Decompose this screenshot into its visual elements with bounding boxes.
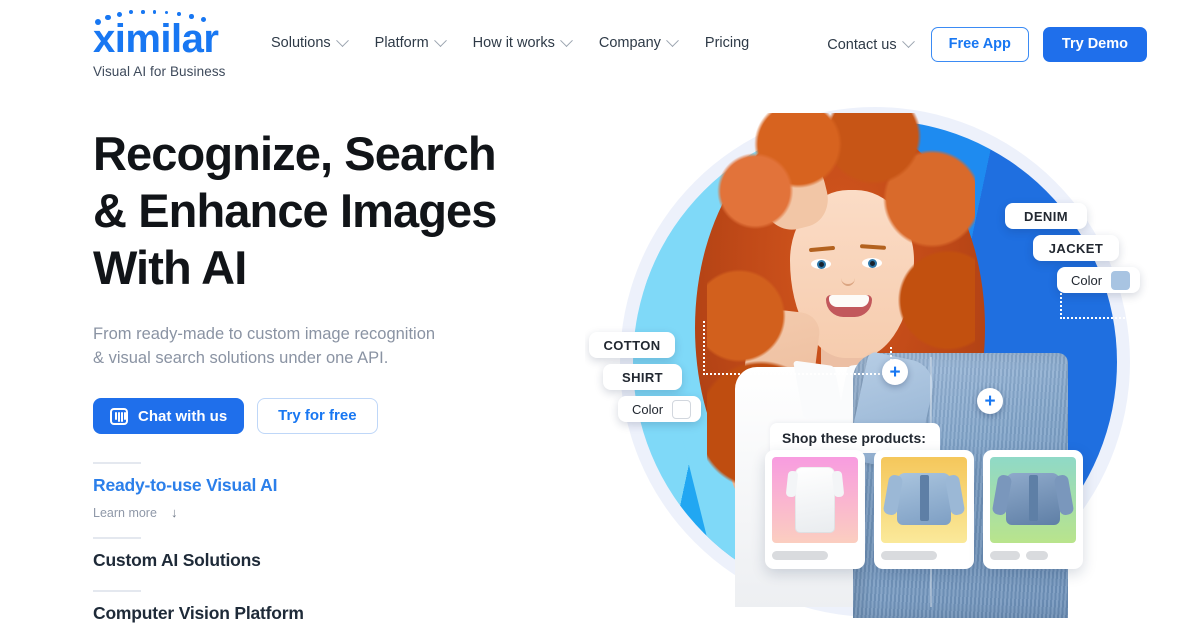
- free-app-button[interactable]: Free App: [930, 27, 1029, 62]
- tag-label: Color: [632, 401, 664, 417]
- tag-color-shirt[interactable]: Color: [618, 396, 702, 422]
- color-swatch-white: [672, 399, 692, 419]
- tag-color-jacket[interactable]: Color: [1057, 267, 1141, 293]
- nav-item-pricing[interactable]: Pricing: [705, 35, 749, 51]
- tag-label: Color: [1071, 272, 1103, 288]
- solutions-accordion: Ready-to-use Visual AI Learn more ↓ Cust…: [93, 462, 433, 624]
- nav-item-solutions[interactable]: Solutions: [271, 33, 349, 51]
- nav-item-contact-us[interactable]: Contact us: [827, 35, 915, 53]
- nose: [841, 270, 855, 286]
- tag-label: DENIM: [1024, 208, 1068, 224]
- chat-with-us-button[interactable]: Chat with us: [93, 398, 245, 434]
- accordion-title[interactable]: Ready-to-use Visual AI: [93, 475, 433, 496]
- hero-subtitle: From ready-made to custom image recognit…: [93, 322, 563, 370]
- product-meta-placeholder: [990, 551, 1076, 560]
- try-for-free-button[interactable]: Try for free: [257, 398, 378, 434]
- hero-cta-row: Chat with us Try for free: [93, 398, 563, 434]
- nav-item-platform[interactable]: Platform: [374, 33, 447, 51]
- intercom-chat-icon: [110, 407, 128, 425]
- placeholder-bar: [1026, 551, 1048, 560]
- tag-denim[interactable]: DENIM: [1005, 203, 1087, 229]
- jacket-silhouette-icon: [897, 473, 951, 525]
- teeth: [829, 295, 869, 307]
- nav-item-company[interactable]: Company: [598, 33, 679, 51]
- product-card[interactable]: [874, 450, 974, 569]
- chevron-down-icon: [559, 33, 573, 47]
- accordion-title[interactable]: Custom AI Solutions: [93, 550, 433, 571]
- product-thumbnail-denim-jacket-dark: [990, 457, 1076, 543]
- headline-line-1: Recognize, Search: [93, 127, 497, 180]
- shirt-silhouette-icon: [795, 467, 835, 533]
- eye-right: [862, 258, 882, 268]
- logo-wordmark: ximilar: [93, 17, 219, 61]
- subtitle-line-2: & visual search solutions under one API.: [93, 349, 389, 367]
- learn-more-label: Learn more: [93, 505, 157, 520]
- site-header: ximilar Visual AI for Business Solutions…: [0, 0, 1200, 88]
- product-card[interactable]: [765, 450, 865, 569]
- nav-item-how-it-works[interactable]: How it works: [472, 33, 573, 51]
- placeholder-bar: [990, 551, 1020, 560]
- chevron-down-icon: [666, 33, 679, 47]
- nav-label: Solutions: [271, 35, 331, 51]
- color-swatch-blue: [1111, 270, 1131, 290]
- try-demo-button[interactable]: Try Demo: [1042, 27, 1147, 62]
- logo[interactable]: ximilar Visual AI for Business: [93, 10, 245, 79]
- chevron-down-icon: [335, 33, 349, 47]
- contact-label: Contact us: [827, 36, 897, 53]
- chevron-down-icon: [901, 35, 915, 49]
- product-card-list: [765, 450, 1083, 569]
- product-card[interactable]: [983, 450, 1083, 569]
- chat-button-label: Chat with us: [138, 407, 228, 425]
- nav-label: Platform: [374, 35, 429, 51]
- product-meta-placeholder: [881, 551, 967, 560]
- main-navigation: Solutions Platform How it works Company …: [271, 33, 749, 51]
- headline-line-3: With AI: [93, 241, 247, 294]
- tag-label: COTTON: [603, 337, 661, 353]
- eye-left: [811, 259, 831, 269]
- accordion-item-ready-to-use[interactable]: Ready-to-use Visual AI Learn more ↓: [93, 462, 433, 520]
- arrow-down-icon: ↓: [170, 505, 178, 520]
- accordion-item-cv-platform[interactable]: Computer Vision Platform: [93, 590, 433, 624]
- accordion-item-custom-ai[interactable]: Custom AI Solutions: [93, 537, 433, 571]
- annotation-line-shirt-top: [703, 373, 895, 375]
- tag-cotton[interactable]: COTTON: [589, 332, 675, 358]
- product-meta-placeholder: [772, 551, 858, 560]
- plus-marker-shirt[interactable]: +: [882, 359, 908, 385]
- annotation-line-jacket-top: [1060, 317, 1188, 319]
- nav-label: How it works: [472, 35, 555, 51]
- subtitle-line-1: From ready-made to custom image recognit…: [93, 325, 436, 343]
- page-title: Recognize, Search & Enhance Images With …: [93, 125, 563, 296]
- headline-line-2: & Enhance Images: [93, 184, 497, 237]
- header-actions: Contact us Free App Try Demo: [827, 27, 1147, 62]
- hero-text-column: Recognize, Search & Enhance Images With …: [93, 125, 563, 624]
- annotation-line-shirt-vertical: [703, 321, 705, 375]
- shop-these-products-label: Shop these products:: [770, 423, 940, 453]
- accordion-title[interactable]: Computer Vision Platform: [93, 603, 433, 624]
- product-thumbnail-white-shirt: [772, 457, 858, 543]
- tag-label: SHIRT: [622, 369, 663, 385]
- chevron-down-icon: [433, 33, 447, 47]
- placeholder-bar: [772, 551, 828, 560]
- logo-dot-arc-icon: [93, 10, 245, 26]
- plus-glyph: +: [984, 390, 996, 412]
- nav-label: Pricing: [704, 35, 750, 51]
- product-thumbnail-denim-jacket-light: [881, 457, 967, 543]
- jacket-silhouette-icon: [1006, 473, 1060, 525]
- nav-label: Company: [598, 35, 661, 51]
- placeholder-bar: [881, 551, 937, 560]
- learn-more-link[interactable]: Learn more ↓: [93, 505, 433, 520]
- plus-glyph: +: [889, 361, 901, 383]
- tag-jacket[interactable]: JACKET: [1033, 235, 1119, 261]
- logo-tagline: Visual AI for Business: [93, 64, 226, 79]
- tag-shirt[interactable]: SHIRT: [603, 364, 682, 390]
- tag-label: JACKET: [1048, 240, 1104, 256]
- plus-marker-jacket[interactable]: +: [977, 388, 1003, 414]
